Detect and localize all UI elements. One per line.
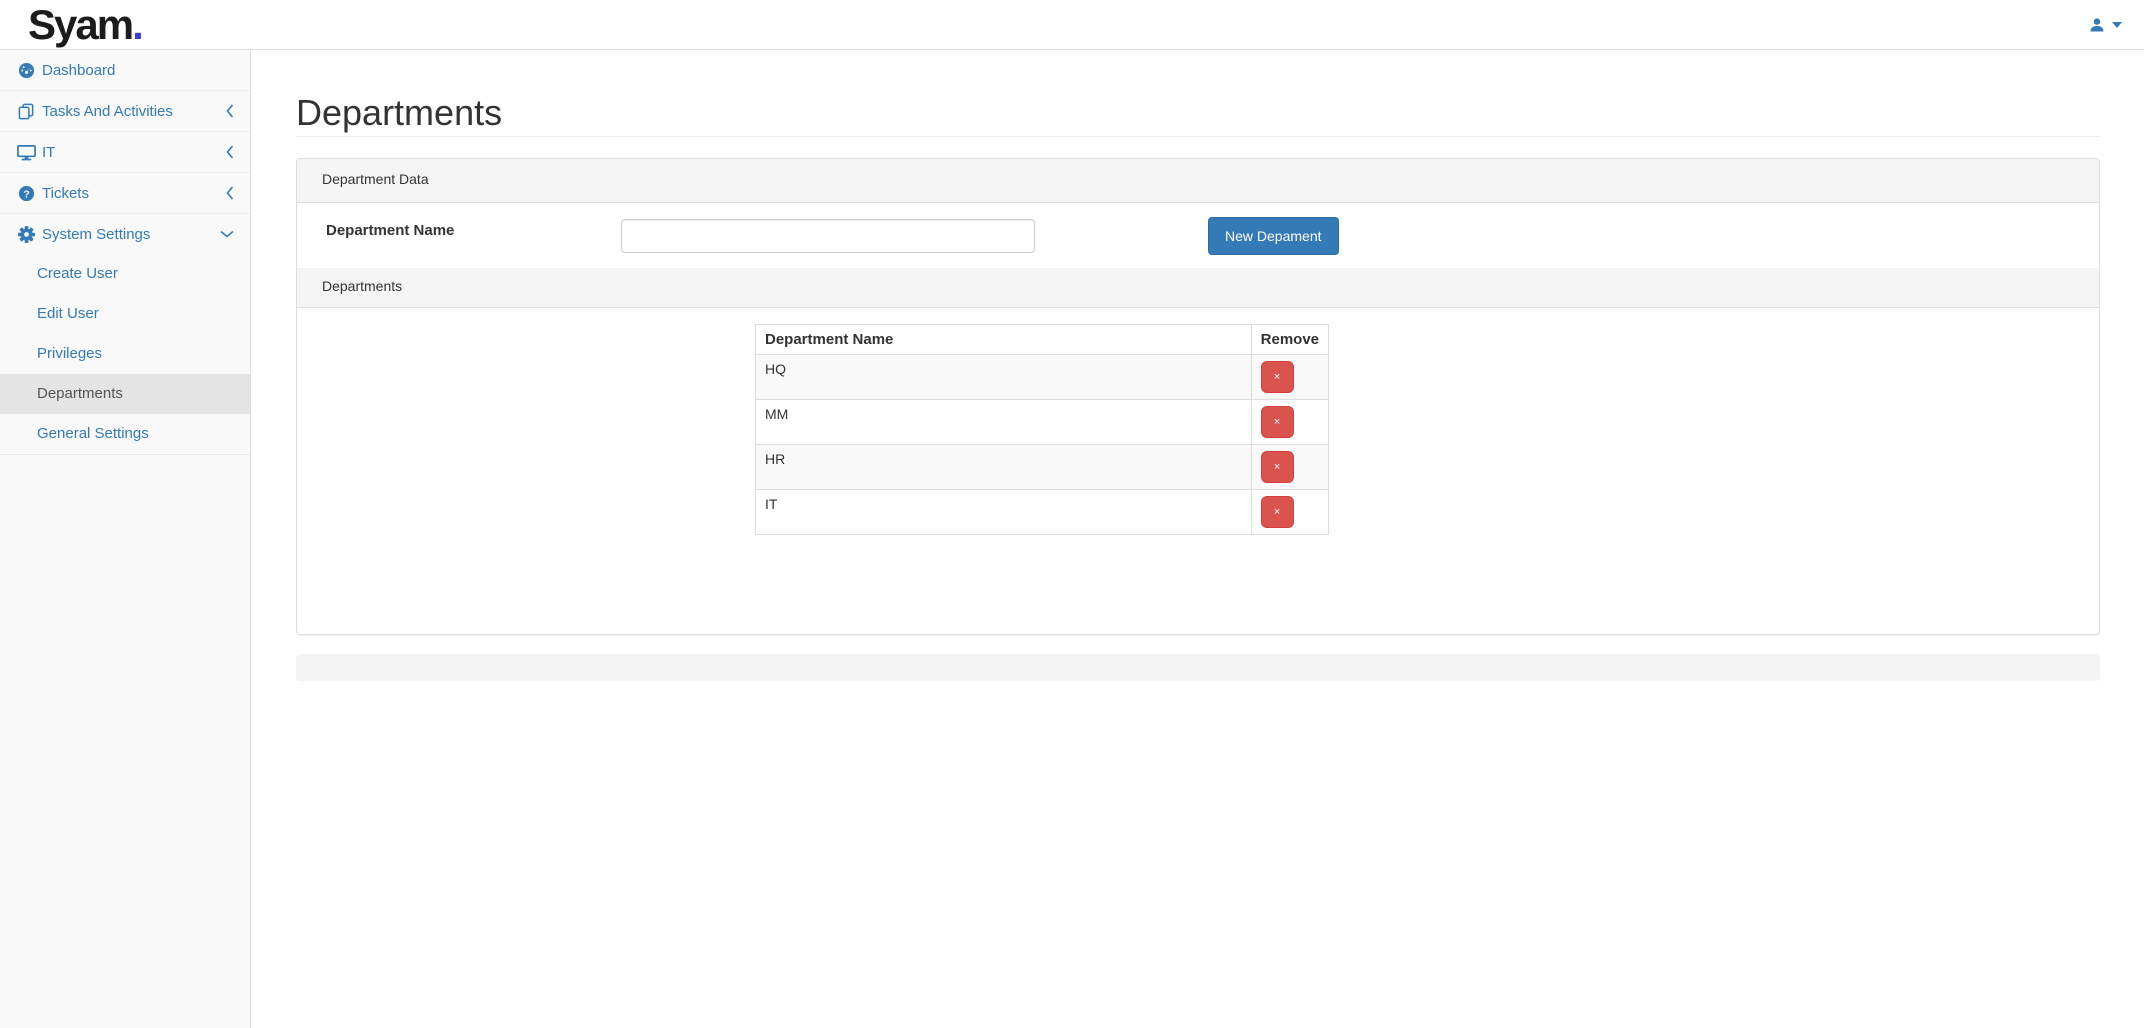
sidebar-item-label: Dashboard [42,61,116,79]
department-data-heading: Department Data [297,159,2099,203]
chevron-down-icon [220,230,234,238]
table-row: HQ × [755,354,1330,400]
dashboard-icon [16,61,36,79]
remove-department-button[interactable]: × [1260,361,1294,393]
brand-dot: . [132,1,144,48]
brand-logo[interactable]: Syam. [28,0,144,50]
svg-text:?: ? [23,189,29,200]
sidebar-item-create-user[interactable]: Create User [0,254,250,294]
sidebar-item-label: Tasks And Activities [42,102,173,120]
new-department-button[interactable]: New Depament [1208,217,1339,255]
remove-department-button[interactable]: × [1260,451,1294,483]
remove-department-button[interactable]: × [1260,496,1294,528]
topbar: Syam. [0,0,2144,50]
chevron-left-icon [226,186,234,200]
column-header-department-name: Department Name [755,324,1252,355]
settings-icon [16,225,36,243]
sidebar-item-general-settings[interactable]: General Settings [0,414,250,454]
main-content: Departments Department Data Department N… [252,50,2144,1028]
departments-panel: Department Data Department Name New Depa… [296,158,2100,635]
page-header: Departments [296,92,2100,137]
departments-table: Department Name Remove HQ × MM × HR × IT… [755,324,1330,535]
table-header-row: Department Name Remove [755,324,1330,355]
chevron-left-icon [226,145,234,159]
caret-down-icon [2112,22,2122,28]
department-form: Department Name New Depament [297,203,2099,268]
tasks-icon [16,102,36,120]
sidebar-item-label: System Settings [42,225,151,243]
department-name-cell: HQ [755,354,1252,400]
sidebar-item-it[interactable]: IT [0,132,250,172]
user-icon [2089,17,2105,33]
system-settings-submenu: Create User Edit User Privileges Departm… [0,254,250,454]
column-header-remove: Remove [1250,324,1330,355]
departments-table-container: Department Name Remove HQ × MM × HR × IT… [297,324,2099,634]
tickets-icon: ? [16,184,36,202]
sidebar-item-tasks-and-activities[interactable]: Tasks And Activities [0,91,250,131]
sidebar-item-edit-user[interactable]: Edit User [0,294,250,334]
department-name-input[interactable] [621,219,1035,253]
sidebar-item-privileges[interactable]: Privileges [0,334,250,374]
departments-section-heading: Departments [297,268,2099,308]
table-row: MM × [755,399,1330,445]
sidebar-item-label: Tickets [42,184,89,202]
sidebar: Dashboard Tasks And Activities IT ? Tick… [0,50,251,1028]
sidebar-item-departments[interactable]: Departments [0,374,250,414]
empty-footer-bar [296,654,2100,681]
sidebar-item-tickets[interactable]: ? Tickets [0,173,250,213]
department-name-cell: IT [755,489,1252,535]
department-name-label: Department Name [326,222,455,239]
desktop-icon [16,143,36,161]
sidebar-item-label: IT [42,143,56,161]
table-row: HR × [755,444,1330,490]
page-title: Departments [296,92,503,133]
chevron-left-icon [226,104,234,118]
remove-department-button[interactable]: × [1260,406,1294,438]
user-menu[interactable] [2089,0,2122,50]
table-row: IT × [755,489,1330,535]
sidebar-item-dashboard[interactable]: Dashboard [0,50,250,90]
brand-text: Syam [28,1,134,48]
sidebar-item-system-settings[interactable]: System Settings [0,214,250,254]
department-name-cell: MM [755,399,1252,445]
department-name-cell: HR [755,444,1252,490]
